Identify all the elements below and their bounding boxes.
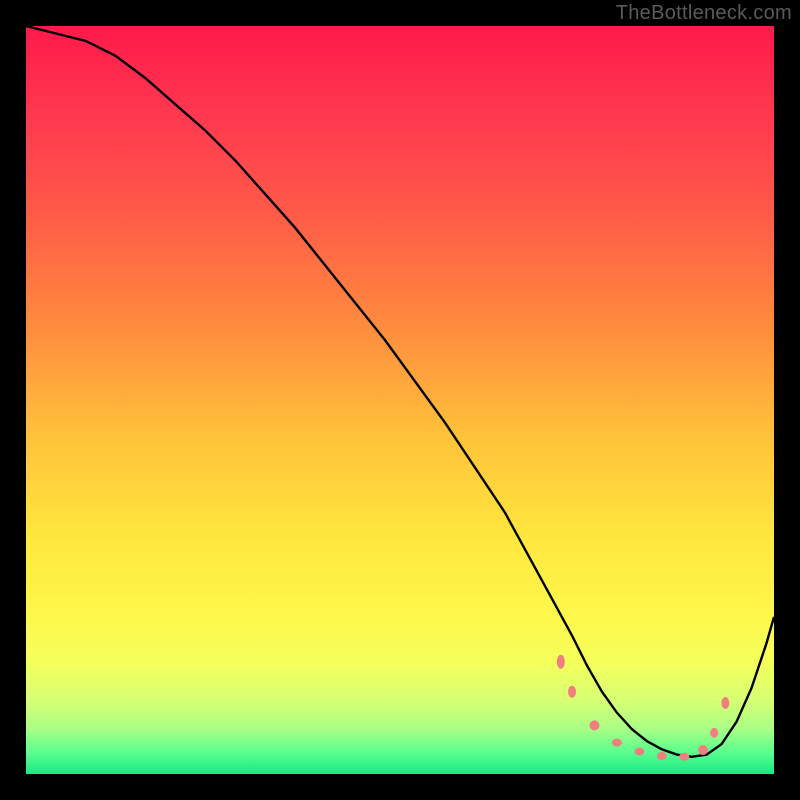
- watermark-text: TheBottleneck.com: [616, 2, 792, 25]
- optimum-marker: [634, 748, 644, 756]
- chart-container: TheBottleneck.com: [0, 0, 800, 800]
- optimum-marker: [698, 745, 708, 755]
- plot-area: [26, 26, 774, 774]
- chart-svg: [26, 26, 774, 774]
- optimum-marker: [557, 655, 565, 669]
- optimum-marker: [710, 728, 718, 738]
- optimum-marker: [721, 697, 729, 709]
- gradient-background: [26, 26, 774, 774]
- optimum-marker: [612, 739, 622, 747]
- optimum-marker: [679, 753, 689, 761]
- optimum-marker: [657, 752, 667, 760]
- optimum-marker: [568, 686, 576, 698]
- optimum-marker: [589, 720, 599, 730]
